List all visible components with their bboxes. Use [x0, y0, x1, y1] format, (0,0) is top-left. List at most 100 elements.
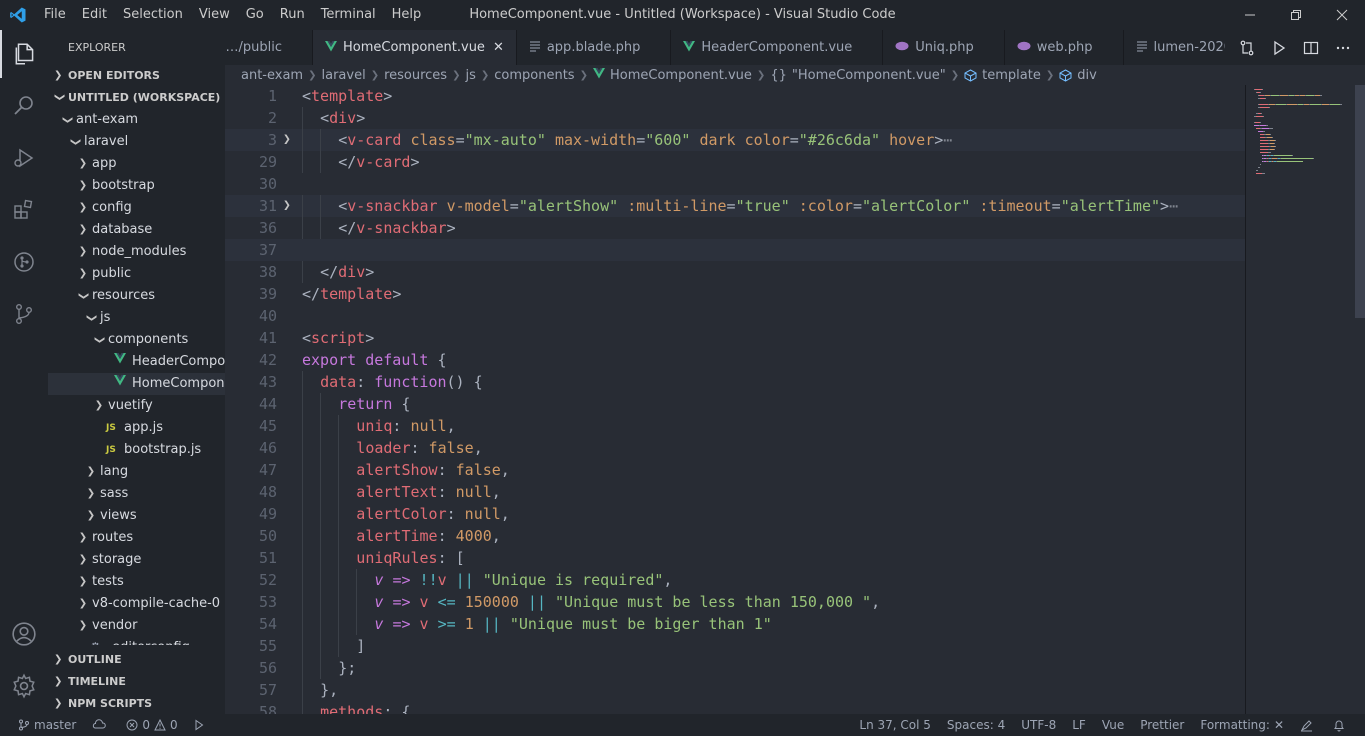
- minimap-mark: [1259, 104, 1268, 105]
- tree-item[interactable]: ❯ public: [48, 263, 225, 285]
- workspace-section[interactable]: ❯ UNTITLED (WORKSPACE): [48, 87, 225, 109]
- eol-status[interactable]: LF: [1064, 718, 1094, 732]
- tree-item[interactable]: ❯ sass: [48, 483, 225, 505]
- section-timeline[interactable]: ❯ TIMELINE: [48, 671, 225, 693]
- breadcrumb-item[interactable]: ant-exam: [241, 68, 303, 83]
- git-branch-status[interactable]: master: [10, 718, 84, 732]
- tree-item[interactable]: ❯ config: [48, 197, 225, 219]
- tree-item[interactable]: ❯ routes: [48, 527, 225, 549]
- search-activity[interactable]: [0, 82, 48, 130]
- accounts-activity[interactable]: [0, 610, 48, 658]
- indent-guide: [320, 437, 322, 459]
- tree-item[interactable]: ❯ storage: [48, 549, 225, 571]
- more-actions-button[interactable]: [1327, 30, 1359, 65]
- tree-item[interactable]: ❯ laravel: [48, 131, 225, 153]
- text-file-icon: [1136, 40, 1148, 55]
- minimize-button[interactable]: [1227, 0, 1273, 30]
- editor-tab[interactable]: HeaderComponent.vue: [671, 30, 884, 65]
- menu-help[interactable]: Help: [384, 0, 430, 30]
- menu-run[interactable]: Run: [272, 0, 313, 30]
- indentation-status[interactable]: Spaces: 4: [939, 718, 1013, 732]
- close-window-button[interactable]: [1319, 0, 1365, 30]
- run-button[interactable]: [1263, 30, 1295, 65]
- language-mode-status[interactable]: Vue: [1094, 718, 1132, 732]
- explorer-activity[interactable]: [0, 30, 48, 78]
- open-changes-button[interactable]: [1231, 30, 1263, 65]
- split-editor-button[interactable]: [1295, 30, 1327, 65]
- editor-tab[interactable]: web.php: [1004, 30, 1124, 65]
- breadcrumb-item[interactable]: HomeComponent.vue: [610, 68, 752, 83]
- source-control-activity[interactable]: [0, 290, 48, 338]
- prettier-status[interactable]: Prettier: [1132, 718, 1192, 732]
- fold-chevron-icon[interactable]: ❯: [283, 195, 297, 217]
- menu-terminal[interactable]: Terminal: [313, 0, 384, 30]
- tree-item[interactable]: ❯ lang: [48, 461, 225, 483]
- tree-item-label: resources: [92, 288, 156, 303]
- minimap[interactable]: [1245, 85, 1365, 714]
- element-icon: [1059, 68, 1072, 82]
- tree-item[interactable]: ❯ views: [48, 505, 225, 527]
- editor-scrollbar[interactable]: [1355, 85, 1365, 318]
- tree-item[interactable]: ❯ js: [48, 307, 225, 329]
- editor-tab[interactable]: HomeComponent.vue ✕: [313, 30, 517, 65]
- tree-item[interactable]: ❯ bootstrap: [48, 175, 225, 197]
- notifications-status[interactable]: [1325, 719, 1357, 732]
- tree-item[interactable]: ❯ database: [48, 219, 225, 241]
- open-editors-section[interactable]: ❯ OPEN EDITORS: [48, 65, 225, 87]
- restore-button[interactable]: [1273, 0, 1319, 30]
- tree-item[interactable]: ❯ app: [48, 153, 225, 175]
- code-editor[interactable]: 1 <template> 2 <div> 3 ❯ <v-card class="mx-aut…: [225, 85, 1245, 714]
- menu-edit[interactable]: Edit: [74, 0, 115, 30]
- tree-item[interactable]: ❯ v8-compile-cache-0: [48, 593, 225, 615]
- section-outline[interactable]: ❯ OUTLINE: [48, 649, 225, 671]
- fold-chevron-icon[interactable]: ❯: [283, 129, 297, 151]
- run-debug-activity[interactable]: [0, 134, 48, 182]
- tree-item[interactable]: ⚙.editorconfig: [48, 637, 225, 645]
- menu-view[interactable]: View: [191, 0, 238, 30]
- tree-item[interactable]: JS bootstrap.js: [48, 439, 225, 461]
- text-file-icon: [529, 40, 541, 55]
- manage-activity[interactable]: [0, 662, 48, 710]
- run-task-status[interactable]: [186, 719, 216, 731]
- tree-item[interactable]: ❯ vendor: [48, 615, 225, 637]
- menu-file[interactable]: File: [36, 0, 74, 30]
- breadcrumb-item[interactable]: "HomeComponent.vue": [792, 68, 946, 83]
- breadcrumb-item[interactable]: js: [465, 68, 475, 83]
- git-graph-activity[interactable]: [0, 238, 48, 286]
- encoding-status[interactable]: UTF-8: [1013, 718, 1064, 732]
- menu-go[interactable]: Go: [238, 0, 272, 30]
- close-tab-icon[interactable]: ✕: [493, 40, 504, 55]
- chevron-right-icon: ❯: [78, 224, 88, 235]
- breadcrumb-item[interactable]: template: [982, 68, 1041, 83]
- code-token: v-card: [347, 131, 402, 149]
- editor-tab[interactable]: app.blade.php: [516, 30, 672, 65]
- tree-item[interactable]: ❯ node_modules: [48, 241, 225, 263]
- code-token: =>: [392, 593, 411, 611]
- indent-guide: [338, 481, 340, 503]
- tree-item[interactable]: ❯ vuetify: [48, 395, 225, 417]
- section-npm-scripts[interactable]: ❯ NPM SCRIPTS: [48, 693, 225, 714]
- code-token: </: [338, 219, 357, 237]
- editor-tab[interactable]: Uniq.php: [883, 30, 1005, 65]
- tree-item[interactable]: ❯ ant-exam: [48, 109, 225, 131]
- breadcrumb-item[interactable]: div: [1077, 68, 1097, 83]
- breadcrumb-item[interactable]: resources: [384, 68, 447, 83]
- problems-status[interactable]: 0 0: [118, 718, 185, 732]
- tree-item[interactable]: ❯ components: [48, 329, 225, 351]
- sync-status[interactable]: [84, 719, 118, 731]
- breadcrumb-item[interactable]: laravel: [321, 68, 365, 83]
- tree-item[interactable]: HomeCompon...: [48, 373, 225, 395]
- editor-tab[interactable]: …/public: [225, 30, 313, 65]
- tree-item[interactable]: JS app.js: [48, 417, 225, 439]
- tree-item[interactable]: ❯ resources: [48, 285, 225, 307]
- menu-selection[interactable]: Selection: [115, 0, 191, 30]
- breadcrumb-item[interactable]: components: [494, 68, 574, 83]
- tree-item[interactable]: ❯ tests: [48, 571, 225, 593]
- tree-item[interactable]: HeaderCompo...: [48, 351, 225, 373]
- code-token: v-model: [446, 197, 510, 215]
- cursor-position-status[interactable]: Ln 37, Col 5: [851, 718, 939, 732]
- extensions-activity[interactable]: [0, 186, 48, 234]
- feedback-status[interactable]: [1292, 719, 1325, 732]
- formatting-status[interactable]: Formatting: ✕: [1192, 718, 1292, 732]
